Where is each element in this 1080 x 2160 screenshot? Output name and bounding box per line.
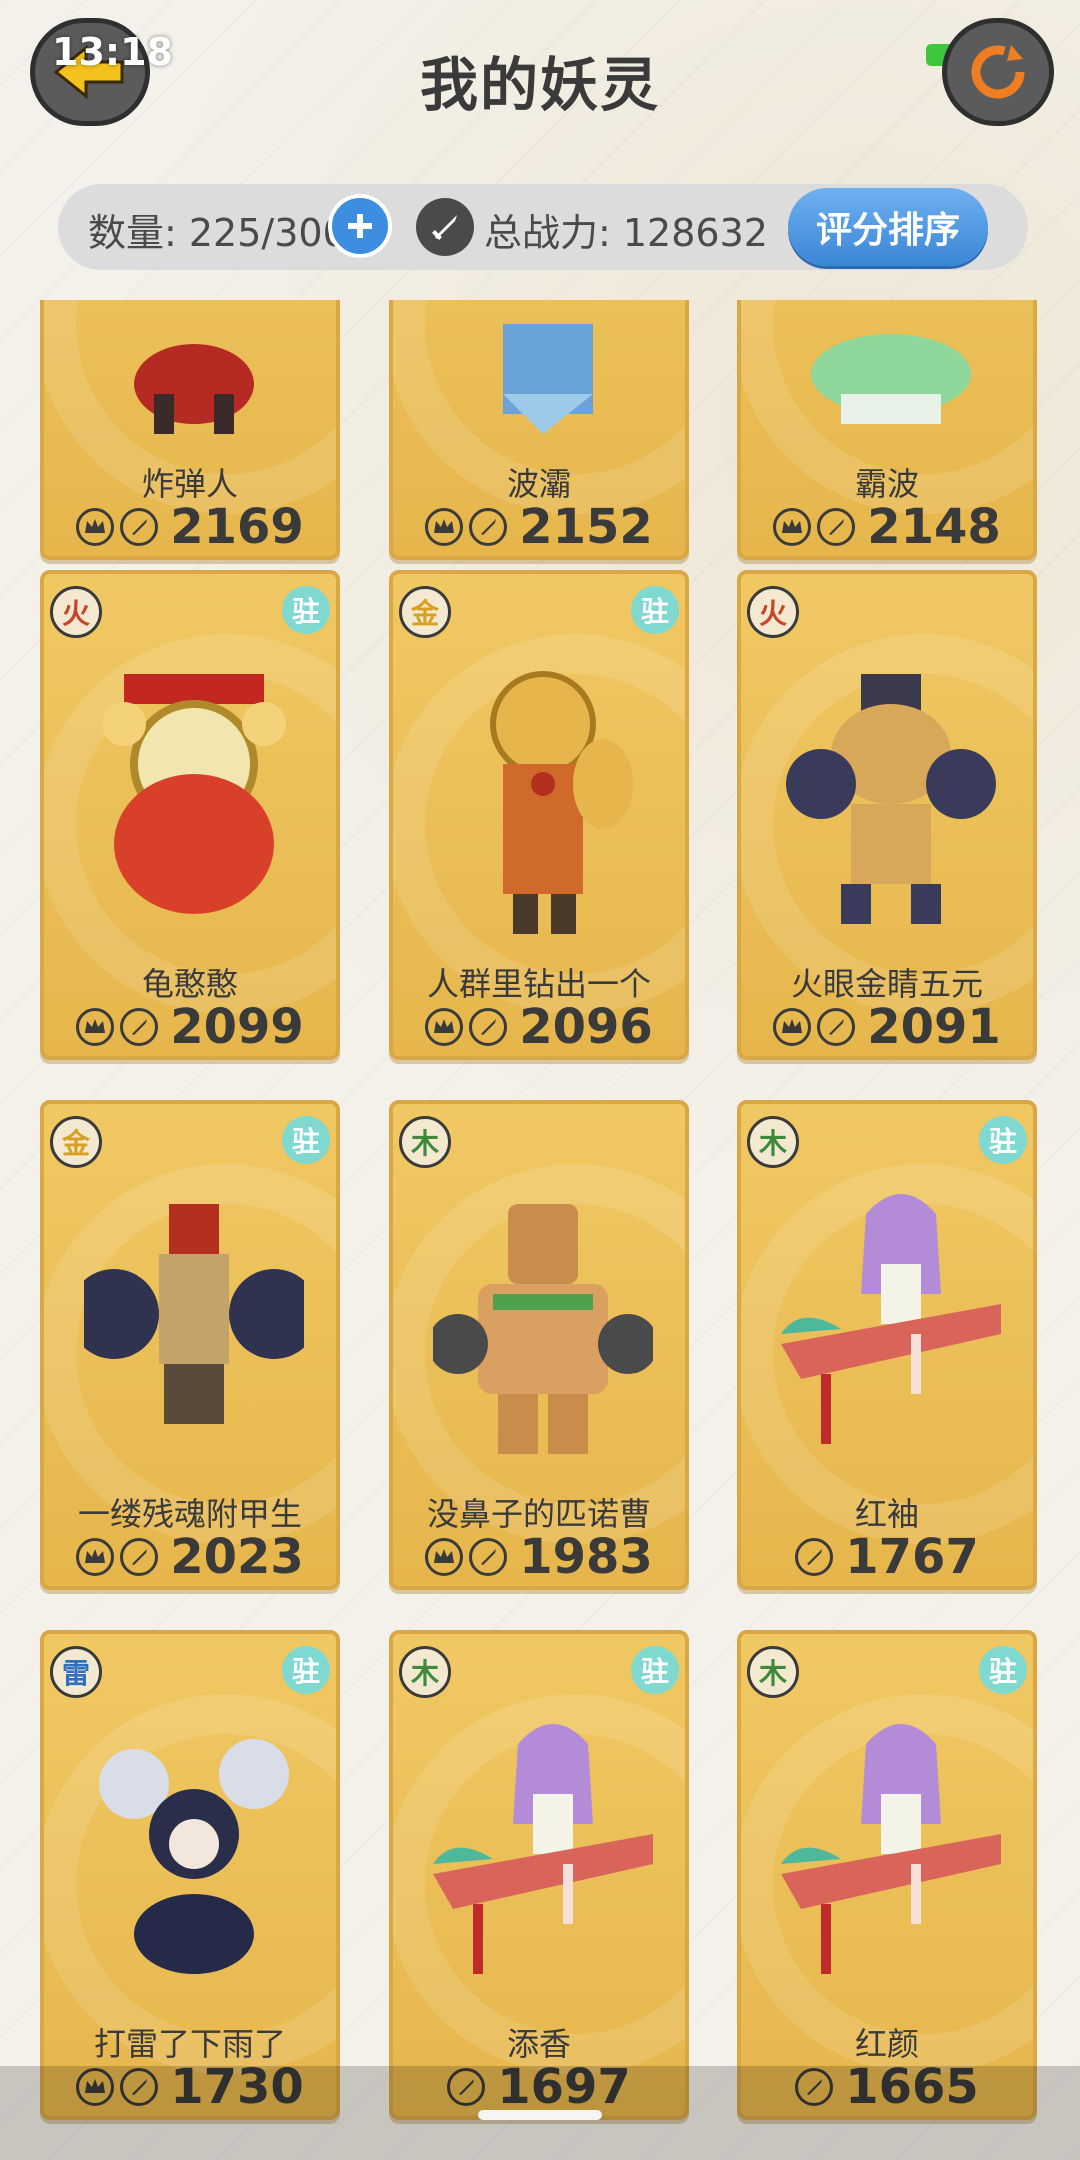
zither-girl-figure	[781, 1174, 1001, 1474]
sword-icon	[469, 1538, 508, 1576]
crown-icon	[425, 1538, 464, 1576]
card-stats: 2169	[44, 499, 336, 555]
monster-card[interactable]: 木驻红袖 1767	[737, 1100, 1037, 1590]
crown-icon	[773, 508, 812, 546]
stationed-badge: 驻	[979, 1646, 1027, 1694]
monster-card[interactable]: 火驻龟憨憨 2099	[40, 570, 340, 1060]
crown-icon	[76, 1008, 115, 1046]
monster-card[interactable]: 木没鼻子的匹诺曹 1983	[389, 1100, 689, 1590]
sword-icon	[817, 508, 856, 546]
total-power: 总战力: 128632	[484, 211, 768, 255]
monster-card[interactable]: 雷驻打雷了下雨了 1730	[40, 1630, 340, 2120]
monster-card[interactable]: 木驻添香 1697	[389, 1630, 689, 2120]
bo-ba-figure	[433, 300, 653, 444]
zither-girl-figure	[433, 1704, 653, 2004]
monster-count: 数量: 225/300	[88, 211, 347, 255]
card-stats: 1767	[741, 1529, 1033, 1585]
plus-icon	[348, 214, 372, 238]
ba-bo-figure	[781, 300, 1001, 444]
sword-icon	[120, 508, 159, 546]
element-badge: 金	[50, 1116, 102, 1168]
card-stats: 2023	[44, 1529, 336, 1585]
monster-card[interactable]: 金驻一缕残魂附甲生 2023	[40, 1100, 340, 1590]
combat-power: 2152	[519, 499, 653, 555]
monster-card[interactable]: 炸弹人 2169	[40, 300, 340, 560]
card-stats: 2099	[44, 999, 336, 1055]
armor-figure	[84, 1174, 304, 1474]
element-badge: 木	[747, 1646, 799, 1698]
element-badge: 火	[747, 586, 799, 638]
turtle-figure	[84, 644, 304, 944]
monster-card[interactable]: 火火眼金睛五元 2091	[737, 570, 1037, 1060]
combat-power: 1983	[519, 1529, 653, 1585]
card-stats: 1983	[393, 1529, 685, 1585]
monster-card[interactable]: 金驻人群里钻出一个 2096	[389, 570, 689, 1060]
element-badge: 火	[50, 586, 102, 638]
home-indicator[interactable]	[478, 2110, 602, 2120]
refresh-icon	[971, 45, 1025, 99]
element-badge: 木	[747, 1116, 799, 1168]
monster-card[interactable]: 霸波 2148	[737, 300, 1037, 560]
sword-icon	[120, 1538, 159, 1576]
combat-power: 2169	[170, 499, 304, 555]
stationed-badge: 驻	[631, 586, 679, 634]
thunder-figure	[84, 1704, 304, 2004]
crown-icon	[773, 1008, 812, 1046]
combat-power: 1767	[845, 1529, 979, 1585]
combat-power: 2148	[867, 499, 1001, 555]
element-badge: 木	[399, 1116, 451, 1168]
crown-icon	[76, 1538, 115, 1576]
combat-power: 2096	[519, 999, 653, 1055]
combat-power: 2091	[867, 999, 1001, 1055]
card-stats: 2096	[393, 999, 685, 1055]
sword-icon	[416, 198, 474, 256]
stats-bar: 数量: 225/300 总战力: 128632 评分排序	[58, 184, 1028, 270]
card-stats: 2152	[393, 499, 685, 555]
monster-grid[interactable]: 炸弹人 2169 波灞 2152 霸波 2148 火驻龟憨憨 2099 金驻人群里钻出一个 209…	[0, 300, 1080, 2160]
stationed-badge: 驻	[979, 1116, 1027, 1164]
stationed-badge: 驻	[631, 1646, 679, 1694]
crown-icon	[425, 1008, 464, 1046]
crown-icon	[425, 508, 464, 546]
sword-icon	[817, 1008, 856, 1046]
page-title: 我的妖灵	[419, 51, 660, 119]
sword-icon	[469, 1008, 508, 1046]
golem-figure	[781, 644, 1001, 944]
sort-by-score-button[interactable]: 评分排序	[788, 188, 988, 266]
crown-icon	[76, 508, 115, 546]
wooden-figure	[433, 1174, 653, 1474]
monster-card[interactable]: 木驻红颜 1665	[737, 1630, 1037, 2120]
add-capacity-button[interactable]	[328, 194, 392, 258]
element-badge: 金	[399, 586, 451, 638]
element-badge: 雷	[50, 1646, 102, 1698]
card-stats: 2091	[741, 999, 1033, 1055]
sword-icon	[469, 508, 508, 546]
monk-figure	[433, 644, 653, 944]
monster-card[interactable]: 波灞 2152	[389, 300, 689, 560]
stationed-badge: 驻	[282, 586, 330, 634]
element-badge: 木	[399, 1646, 451, 1698]
combat-power: 2023	[170, 1529, 304, 1585]
bomber-figure	[84, 300, 304, 444]
zither-girl-figure	[781, 1704, 1001, 2004]
sword-icon	[120, 1008, 159, 1046]
stationed-badge: 驻	[282, 1116, 330, 1164]
card-stats: 2148	[741, 499, 1033, 555]
combat-power: 2099	[170, 999, 304, 1055]
refresh-button[interactable]	[942, 18, 1054, 126]
stationed-badge: 驻	[282, 1646, 330, 1694]
sword-icon	[795, 1538, 834, 1576]
